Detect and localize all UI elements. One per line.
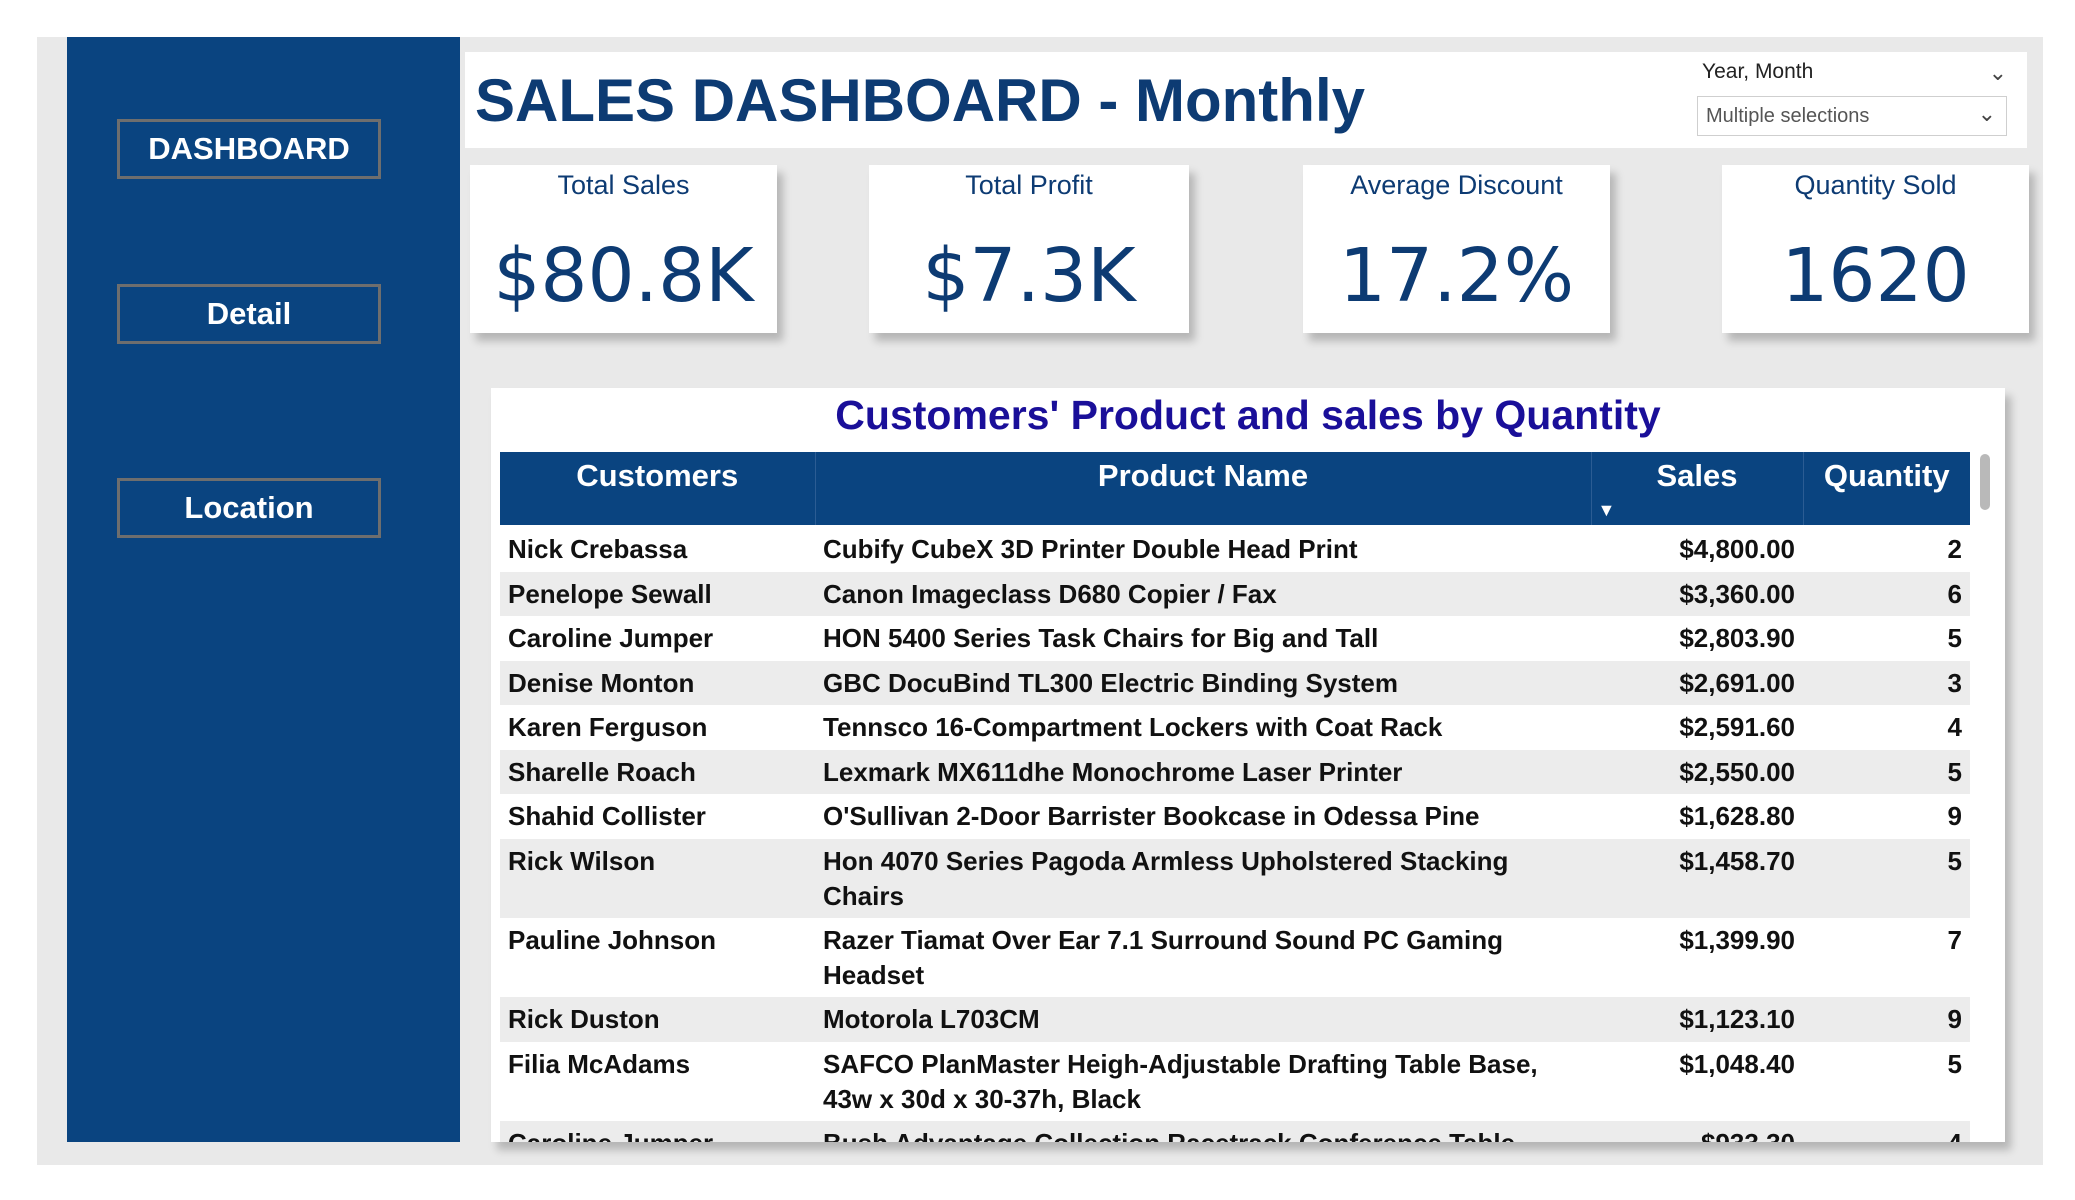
year-month-slicer-dropdown[interactable]: Multiple selections ⌄: [1697, 96, 2007, 136]
sort-descending-icon: ▼: [1597, 500, 1616, 520]
cell-quantity: 9: [1947, 801, 1962, 832]
cell-quantity: 3: [1803, 660, 1970, 706]
total-profit-label: Total Profit: [965, 170, 1093, 200]
total-profit-card: Total Profit $7.3K: [869, 165, 1189, 333]
cell-quantity: 6: [1803, 571, 1970, 617]
table-row[interactable]: Rick Duston Motorola L703CM $1,123.10 9: [500, 997, 1970, 1042]
table-row[interactable]: Karen Ferguson Tennsco 16-Compartment Loc…: [500, 705, 1970, 750]
cell-quantity: 9: [1803, 997, 1970, 1042]
sales-table: Customers Product Name Sales ▼ Quantity …: [500, 452, 1970, 1142]
cell-customer: Karen Ferguson: [508, 712, 708, 743]
page-title: SALES DASHBOARD - Monthly: [475, 67, 1365, 134]
cell-sales: $4,800.00: [1679, 534, 1795, 564]
detail-nav-button[interactable]: Detail: [117, 284, 381, 344]
cell-product-name: O'Sullivan 2-Door Barrister Bookcase in …: [823, 801, 1480, 832]
column-header-customers[interactable]: Customers: [500, 452, 816, 525]
cell-customer: Caroline Jumper: [508, 623, 714, 654]
table-title: Customers' Product and sales by Quantity: [835, 392, 1661, 438]
cell-quantity: 5: [1803, 749, 1970, 795]
column-header-product-name[interactable]: Product Name: [815, 452, 1592, 525]
table-row[interactable]: Caroline Jumper HON 5400 Series Task Chai…: [500, 616, 1970, 661]
cell-customer: Shahid Collister: [508, 801, 706, 832]
cell-customer: Penelope Sewall: [500, 571, 815, 617]
table-row[interactable]: Denise Monton GBC DocuBind TL300 Electric…: [500, 660, 1970, 706]
cell-quantity: 5: [1947, 623, 1962, 654]
header: SALES DASHBOARD - Monthly Year, Month ⌄ …: [465, 52, 2027, 148]
chevron-down-icon[interactable]: ⌄: [1989, 60, 2007, 86]
column-header-sales[interactable]: Sales ▼: [1591, 452, 1804, 525]
year-month-slicer-label: Year, Month: [1702, 60, 1814, 83]
cell-customer: Filia McAdams: [508, 1048, 691, 1079]
cell-product-name: Lexmark MX611dhe Monochrome Laser Printe…: [815, 749, 1591, 795]
cell-product-name: Bush Advantage Collection Racetrack Conf…: [815, 1121, 1591, 1142]
cell-sales: $2,803.90: [1679, 623, 1795, 654]
cell-product-name: Tennsco 16-Compartment Lockers with Coat…: [823, 712, 1443, 743]
column-header-quantity[interactable]: Quantity: [1803, 452, 1970, 525]
cell-quantity: 7: [1947, 925, 1962, 956]
table-row[interactable]: Rick Wilson Hon 4070 Series Pagoda Armles…: [500, 839, 1970, 919]
cell-product-name: HON 5400 Series Task Chairs for Big and …: [823, 623, 1379, 654]
table-row[interactable]: Shahid Collister O'Sullivan 2-Door Barris…: [500, 794, 1970, 839]
cell-sales: $933.30: [1591, 1121, 1803, 1142]
cell-customer: Sharelle Roach: [500, 749, 815, 795]
cell-sales: $1,458.70: [1591, 839, 1803, 919]
quantity-sold-card: Quantity Sold 1620: [1722, 165, 2029, 333]
cell-product-name: Motorola L703CM: [815, 997, 1591, 1042]
cell-sales: $1,123.10: [1591, 997, 1803, 1042]
cell-quantity: 4: [1803, 1121, 1970, 1142]
average-discount-card: Average Discount 17.2%: [1303, 165, 1610, 333]
slicer-selected-value: Multiple selections: [1706, 105, 1870, 127]
cell-customer: Nick Crebassa: [508, 534, 688, 564]
table-row[interactable]: Filia McAdams SAFCO PlanMaster Heigh-Adju…: [500, 1042, 1970, 1121]
quantity-sold-value: 1620: [1781, 233, 1970, 319]
average-discount-label: Average Discount: [1350, 170, 1563, 200]
cell-sales: $1,628.80: [1679, 801, 1795, 832]
average-discount-value: 17.2%: [1338, 233, 1575, 319]
table-body: Nick Crebassa Cubify CubeX 3D Printer Dou…: [500, 525, 1970, 1142]
cell-quantity: 5: [1803, 839, 1970, 919]
total-profit-value: $7.3K: [922, 233, 1136, 319]
sidebar: DASHBOARD Detail Location: [67, 37, 460, 1142]
cell-product-name: Cubify CubeX 3D Printer Double Head Prin…: [823, 534, 1358, 564]
table-row[interactable]: Nick Crebassa Cubify CubeX 3D Printer Dou…: [500, 525, 1970, 572]
cell-sales: $3,360.00: [1591, 571, 1803, 617]
customers-products-table-visual: Customers' Product and sales by Quantity…: [491, 388, 2005, 1142]
total-sales-value: $80.8K: [493, 233, 754, 319]
cell-sales: $1,399.90: [1679, 925, 1795, 956]
table-row[interactable]: Sharelle Roach Lexmark MX611dhe Monochrom…: [500, 749, 1970, 795]
cell-quantity: 5: [1947, 1048, 1962, 1079]
quantity-sold-label: Quantity Sold: [1794, 170, 1957, 200]
cell-product-name: Hon 4070 Series Pagoda Armless Upholster…: [815, 839, 1591, 919]
cell-customer: Pauline Johnson: [508, 925, 717, 956]
cell-product-name: Canon Imageclass D680 Copier / Fax: [815, 571, 1591, 617]
cell-product-name: SAFCO PlanMaster Heigh-Adjustable Drafti…: [823, 1048, 1538, 1114]
cell-sales: $2,691.00: [1591, 660, 1803, 706]
cell-sales: $2,550.00: [1591, 749, 1803, 795]
cell-product-name: Razer Tiamat Over Ear 7.1 Surround Sound…: [823, 925, 1504, 990]
location-nav-button[interactable]: Location: [117, 478, 381, 538]
cell-product-name: GBC DocuBind TL300 Electric Binding Syst…: [815, 660, 1591, 706]
cell-customer: Rick Wilson: [500, 839, 815, 919]
cell-quantity: 2: [1947, 534, 1962, 564]
cell-customer: Rick Duston: [500, 997, 815, 1042]
chevron-down-icon: ⌄: [1977, 101, 1996, 126]
table-row[interactable]: Caroline JumperBush Advantage Collection…: [500, 1121, 1970, 1142]
column-header-sales-label: Sales: [1656, 458, 1738, 493]
dashboard-nav-button[interactable]: DASHBOARD: [117, 119, 381, 179]
cell-sales: $1,048.40: [1679, 1048, 1795, 1079]
vertical-scrollbar[interactable]: [1980, 454, 1990, 510]
cell-quantity: 4: [1947, 712, 1962, 743]
cell-sales: $2,591.60: [1679, 712, 1795, 743]
table-row[interactable]: Pauline Johnson Razer Tiamat Over Ear 7.1…: [500, 918, 1970, 997]
total-sales-label: Total Sales: [557, 170, 690, 200]
cell-customer: Caroline Jumper: [500, 1121, 815, 1142]
total-sales-card: Total Sales $80.8K: [470, 165, 777, 333]
cell-customer: Denise Monton: [500, 660, 815, 706]
table-row[interactable]: Penelope Sewall Canon Imageclass D680 Cop…: [500, 571, 1970, 617]
